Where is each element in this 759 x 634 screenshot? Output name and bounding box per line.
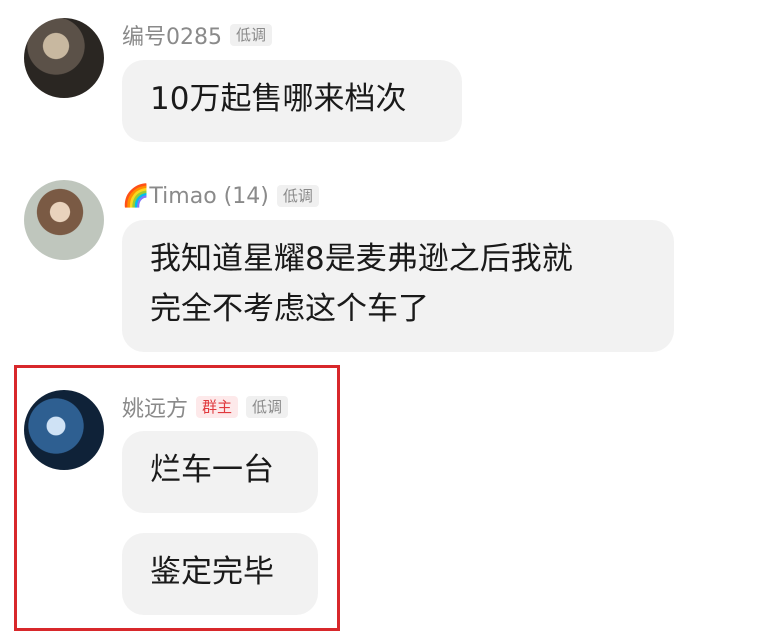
rainbow-icon: 🌈 — [122, 183, 150, 209]
message-text: 鉴定完毕 — [150, 554, 274, 590]
sender-name[interactable]: 姚远方 — [122, 391, 188, 423]
owner-tag: 群主 — [196, 396, 239, 418]
message-text-line: 完全不考虑这个车了 — [150, 291, 429, 327]
avatar[interactable] — [24, 18, 104, 98]
message-bubble[interactable]: 10万起售哪来档次 — [122, 60, 462, 142]
sender-name[interactable]: 编号0285 — [122, 19, 222, 51]
message-text: 烂车一台 — [150, 452, 274, 488]
message-text-line: 我知道星耀8是麦弗逊之后我就 — [150, 241, 573, 277]
message-bubble[interactable]: 鉴定完毕 — [122, 533, 318, 615]
sender-row: 🌈 Timao (14) 低调 — [122, 183, 319, 209]
avatar[interactable] — [24, 390, 104, 470]
sender-row: 编号0285 低调 — [122, 19, 273, 51]
member-tag: 低调 — [246, 396, 289, 418]
sender-name[interactable]: Timao (14) — [149, 184, 268, 209]
message-text: 10万起售哪来档次 — [150, 81, 407, 117]
sender-row: 姚远方 群主 低调 — [122, 391, 289, 423]
message-bubble[interactable]: 我知道星耀8是麦弗逊之后我就 完全不考虑这个车了 — [122, 220, 674, 352]
member-tag: 低调 — [276, 185, 319, 207]
message-bubble[interactable]: 烂车一台 — [122, 431, 318, 513]
member-tag: 低调 — [230, 24, 273, 46]
avatar[interactable] — [24, 180, 104, 260]
